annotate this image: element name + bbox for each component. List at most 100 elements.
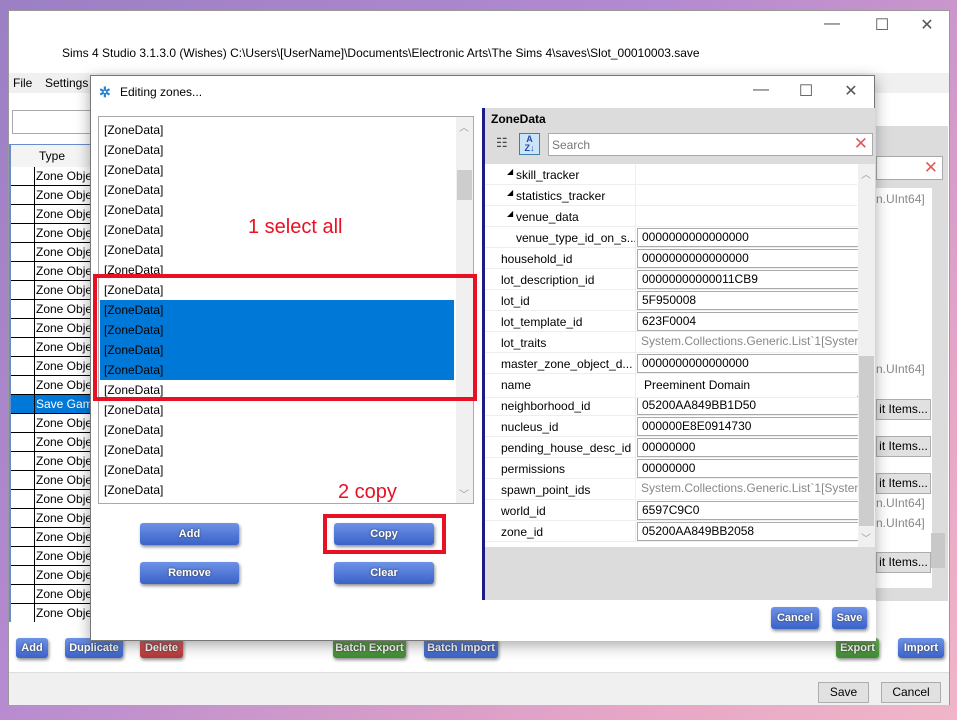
grid-row[interactable]: Zone Obje bbox=[11, 300, 91, 319]
row-header[interactable] bbox=[11, 585, 35, 603]
row-header[interactable] bbox=[11, 433, 35, 451]
add-zone-button[interactable]: Add bbox=[140, 523, 239, 545]
batch-export-button[interactable]: Batch Export bbox=[333, 638, 406, 658]
grid-row[interactable]: Zone Obje bbox=[11, 528, 91, 547]
grid-row[interactable]: Zone Obje bbox=[11, 224, 91, 243]
property-value[interactable]: 05200AA849BB1D50 bbox=[637, 396, 859, 415]
scrollbar-thumb[interactable] bbox=[931, 533, 945, 568]
row-header[interactable] bbox=[11, 262, 35, 280]
cancel-button[interactable]: Cancel bbox=[881, 682, 941, 703]
row-header[interactable] bbox=[11, 243, 35, 261]
grid-row[interactable]: Zone Obje bbox=[11, 566, 91, 585]
minimize-button[interactable]: — bbox=[817, 15, 847, 33]
save-button[interactable]: Save bbox=[818, 682, 869, 703]
zone-list-item[interactable]: [ZoneData] bbox=[100, 480, 454, 500]
property-value[interactable]: 00000000 bbox=[637, 438, 859, 457]
clear-button[interactable]: Clear bbox=[334, 562, 434, 584]
edit-items-button[interactable]: it Items... bbox=[876, 436, 931, 457]
maximize-button[interactable]: ☐ bbox=[867, 15, 897, 35]
grid-row[interactable]: Zone Obje bbox=[11, 471, 91, 490]
batch-import-button[interactable]: Batch Import bbox=[424, 638, 498, 658]
property-scrollbar[interactable]: ︿ ﹀ bbox=[858, 164, 875, 547]
row-header[interactable] bbox=[11, 471, 35, 489]
edit-items-button[interactable]: it Items... bbox=[876, 552, 931, 573]
row-header[interactable] bbox=[11, 319, 35, 337]
search-input[interactable]: ✕ bbox=[876, 156, 943, 180]
grid-row[interactable]: Zone Obje bbox=[11, 414, 91, 433]
add-button[interactable]: Add bbox=[16, 638, 48, 658]
grid-row[interactable]: Zone Obje bbox=[11, 186, 91, 205]
dialog-save-button[interactable]: Save bbox=[832, 607, 867, 629]
dialog-maximize-button[interactable]: ☐ bbox=[791, 81, 821, 101]
zone-list-item[interactable]: [ZoneData] bbox=[100, 180, 454, 200]
row-header[interactable] bbox=[11, 395, 35, 413]
import-button[interactable]: Import bbox=[898, 638, 944, 658]
scroll-down-icon[interactable]: ﹀ bbox=[861, 530, 871, 545]
grid-row[interactable]: Zone Obje bbox=[11, 243, 91, 262]
row-header[interactable] bbox=[11, 528, 35, 546]
row-header[interactable] bbox=[11, 376, 35, 394]
grid-row[interactable]: Zone Obje bbox=[11, 319, 91, 338]
property-search-input[interactable]: Search ✕ bbox=[548, 133, 873, 156]
zone-list-item[interactable]: [ZoneData] bbox=[100, 400, 454, 420]
scrollbar-thumb[interactable] bbox=[859, 356, 874, 526]
zone-list-item[interactable]: [ZoneData] bbox=[100, 140, 454, 160]
zone-list-item[interactable]: [ZoneData] bbox=[100, 420, 454, 440]
expand-triangle-icon[interactable]: ◢ bbox=[507, 167, 513, 176]
grid-row[interactable]: Zone Obje bbox=[11, 547, 91, 566]
scroll-up-icon[interactable]: ︿ bbox=[459, 119, 469, 134]
edit-items-button[interactable]: it Items... bbox=[876, 399, 931, 420]
row-header[interactable] bbox=[11, 490, 35, 508]
grid-row[interactable]: Zone Obje bbox=[11, 433, 91, 452]
export-button[interactable]: Export bbox=[836, 638, 879, 658]
zone-list-item[interactable]: [ZoneData] bbox=[100, 160, 454, 180]
edit-items-button[interactable]: it Items... bbox=[876, 473, 931, 494]
menu-settings[interactable]: Settings bbox=[45, 76, 88, 90]
row-header[interactable] bbox=[11, 338, 35, 356]
row-header[interactable] bbox=[11, 509, 35, 527]
grid-row[interactable]: Zone Obje bbox=[11, 452, 91, 471]
zone-list-item[interactable]: [ZoneData] bbox=[100, 240, 454, 260]
property-value[interactable]: 000000E8E0914730 bbox=[637, 417, 859, 436]
row-header[interactable] bbox=[11, 205, 35, 223]
clear-search-icon[interactable]: ✕ bbox=[924, 158, 938, 178]
grid-row[interactable]: Zone Obje bbox=[11, 262, 91, 281]
row-header[interactable] bbox=[11, 547, 35, 565]
scroll-up-icon[interactable]: ︿ bbox=[861, 166, 871, 181]
property-value[interactable]: 0000000000000000 bbox=[637, 228, 859, 247]
filter-input[interactable] bbox=[12, 110, 102, 134]
delete-button[interactable]: Delete bbox=[140, 638, 183, 658]
expand-triangle-icon[interactable]: ◢ bbox=[507, 188, 513, 197]
remove-button[interactable]: Remove bbox=[140, 562, 239, 584]
close-button[interactable]: ✕ bbox=[912, 15, 942, 35]
grid-row[interactable]: Zone Obje bbox=[11, 167, 91, 186]
property-value[interactable]: Preeminent Domain bbox=[637, 377, 859, 396]
row-header[interactable] bbox=[11, 300, 35, 318]
grid-row[interactable]: Zone Obje bbox=[11, 604, 91, 622]
property-value[interactable]: 00000000 bbox=[637, 459, 859, 478]
scrollbar-thumb[interactable] bbox=[457, 170, 472, 200]
row-header[interactable] bbox=[11, 414, 35, 432]
dialog-minimize-button[interactable]: — bbox=[746, 81, 776, 99]
grid-row[interactable]: Zone Obje bbox=[11, 338, 91, 357]
property-value[interactable]: 5F950008 bbox=[637, 291, 859, 310]
grid-row[interactable]: Save Game bbox=[11, 395, 91, 414]
row-header[interactable] bbox=[11, 281, 35, 299]
property-value[interactable]: 0000000000000000 bbox=[637, 249, 859, 268]
grid-row[interactable]: Zone Obje bbox=[11, 509, 91, 528]
row-header[interactable] bbox=[11, 357, 35, 375]
property-value[interactable]: 00000000000011CB9 bbox=[637, 270, 859, 289]
property-value[interactable]: 6597C9C0 bbox=[637, 501, 859, 520]
row-header[interactable] bbox=[11, 186, 35, 204]
row-header[interactable] bbox=[11, 224, 35, 242]
menu-file[interactable]: File bbox=[13, 76, 32, 90]
grid-row[interactable]: Zone Obje bbox=[11, 585, 91, 604]
grid-row[interactable]: Zone Obje bbox=[11, 205, 91, 224]
zone-list-item[interactable]: [ZoneData] bbox=[100, 120, 454, 140]
duplicate-button[interactable]: Duplicate bbox=[65, 638, 123, 658]
sort-alphabetical-icon[interactable]: A Z↓ bbox=[519, 133, 540, 155]
zone-list-item[interactable]: [ZoneData] bbox=[100, 440, 454, 460]
grid-row[interactable]: Zone Obje bbox=[11, 357, 91, 376]
row-header[interactable] bbox=[11, 452, 35, 470]
grid-row[interactable]: Zone Obje bbox=[11, 281, 91, 300]
